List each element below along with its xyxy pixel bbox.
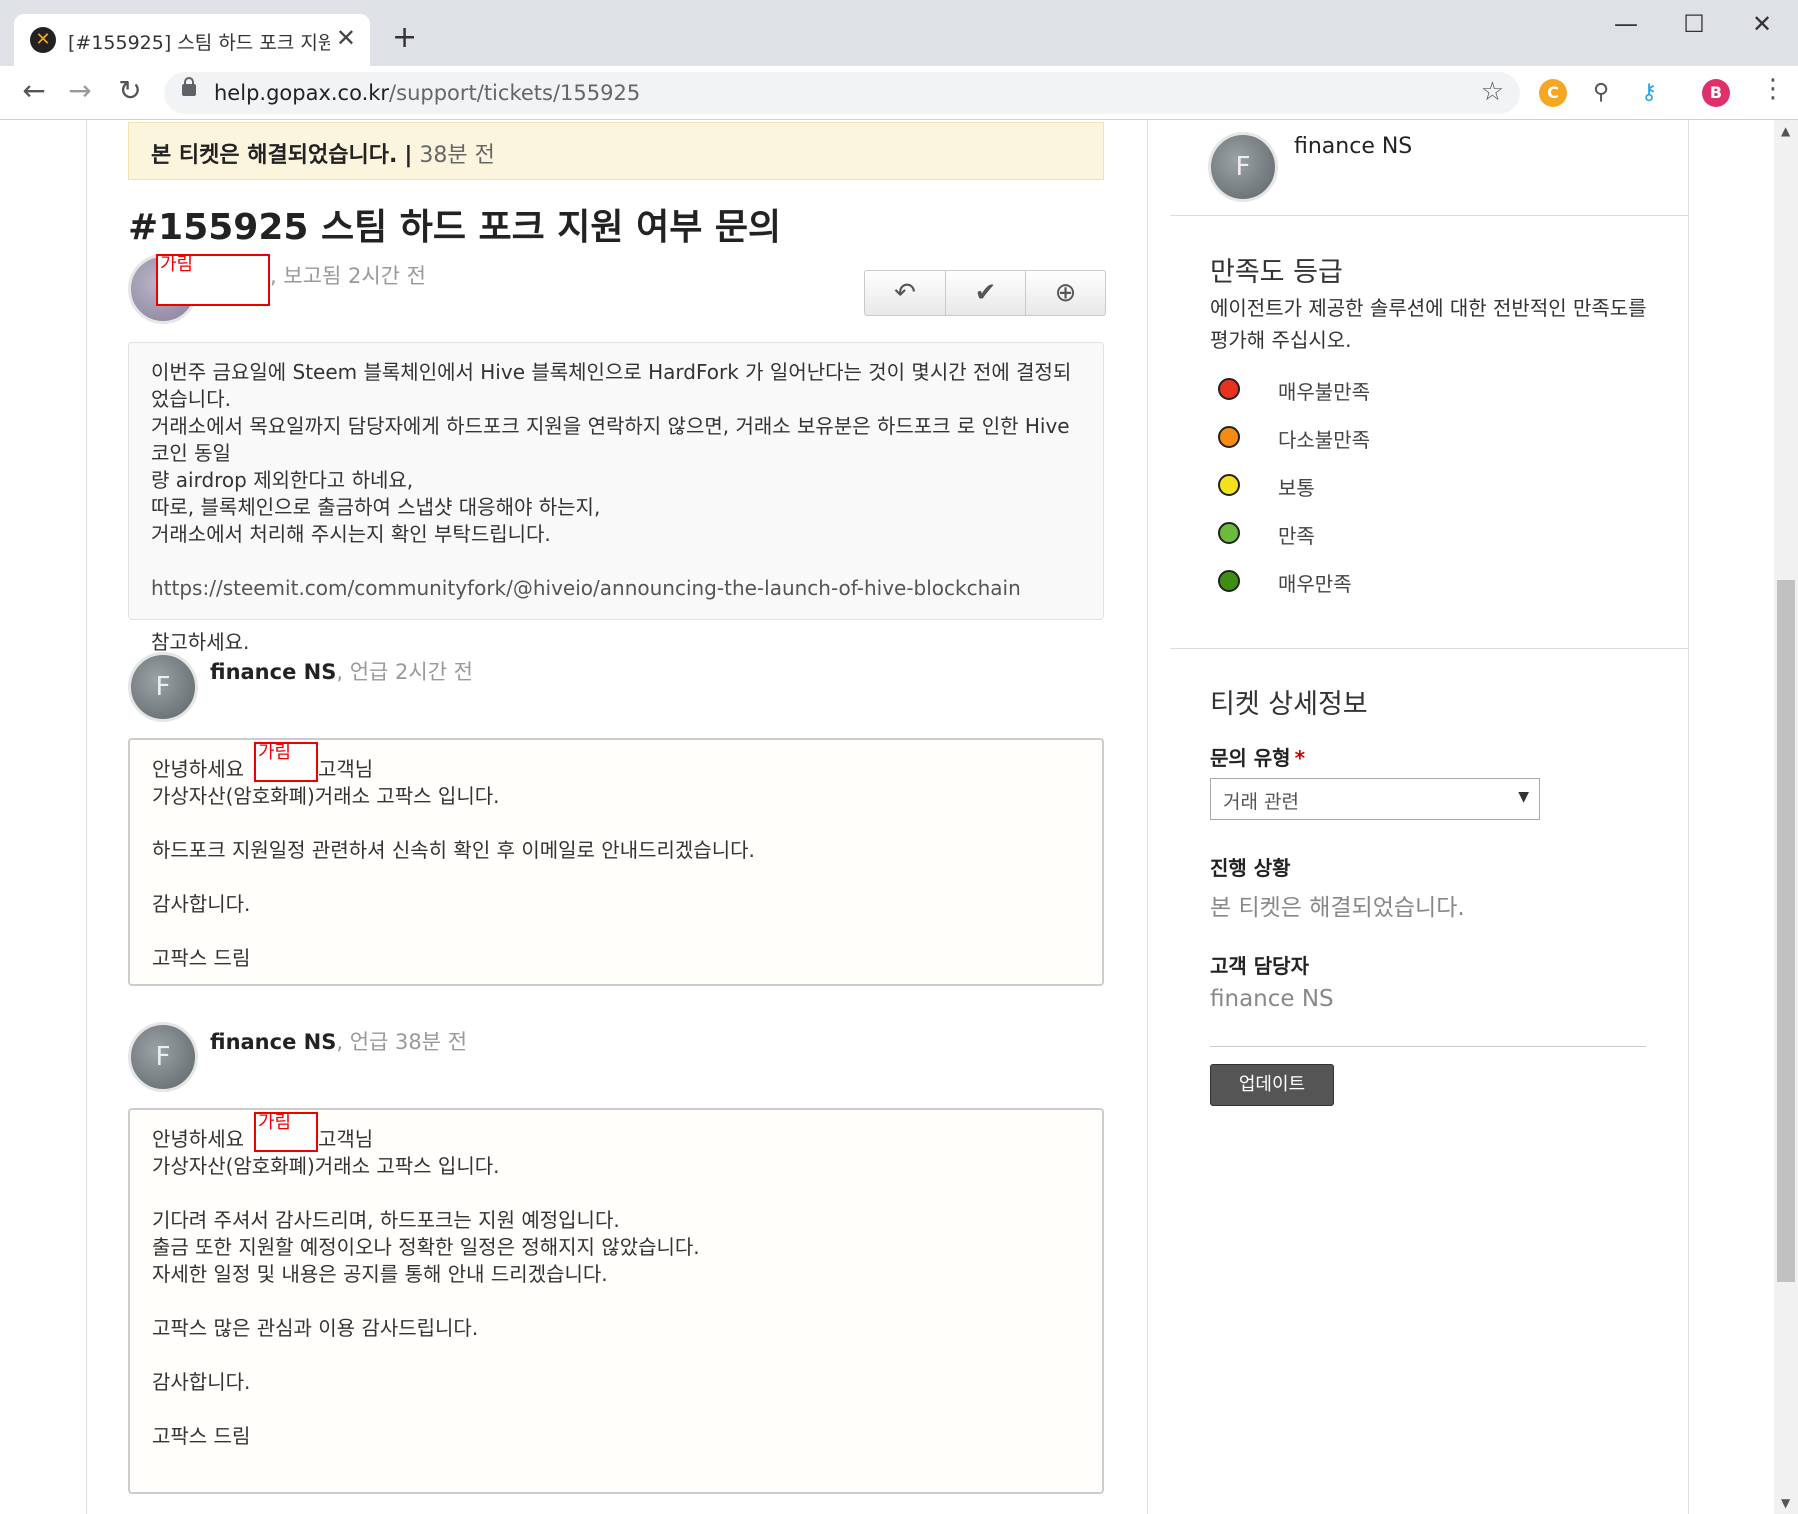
message-signature: 고팍스 드림	[152, 1424, 251, 1448]
referenced-link[interactable]: https://steemit.com/communityfork/@hivei…	[151, 575, 1081, 602]
chevron-down-icon: ▼	[1518, 789, 1529, 805]
extension-key-icon[interactable]: ⚷	[1635, 79, 1663, 107]
resolved-status: 본 티켓은 해결되었습니다.	[151, 143, 398, 168]
rating-label: 보통	[1278, 476, 1315, 500]
assignee-value: finance NS	[1210, 986, 1334, 1012]
details-divider	[1210, 1046, 1646, 1047]
banner-separator: |	[404, 143, 413, 168]
reply-author: finance NS	[210, 1030, 337, 1054]
address-bar[interactable]: help.gopax.co.kr/support/tickets/155925 …	[164, 72, 1520, 114]
maximize-button[interactable]: ☐	[1664, 10, 1724, 38]
reply-meta: finance NS, 언급 38분 전	[210, 1026, 467, 1056]
message-signature: 고팍스 드림	[152, 946, 251, 970]
redacted-customer-name: 가림	[254, 742, 318, 782]
rating-label: 매우만족	[1278, 572, 1352, 596]
bookmark-star-icon[interactable]: ☆	[1481, 77, 1504, 107]
search-extension-icon[interactable]: ⚲	[1587, 79, 1615, 107]
reply-time: , 언급 2시간 전	[336, 660, 474, 684]
message-line: 고팍스 많은 관심과 이용 감사드립니다.	[152, 1316, 479, 1340]
new-tab-button[interactable]: +	[392, 20, 417, 55]
profile-avatar[interactable]: B	[1702, 79, 1730, 107]
redacted-requester-name: 가림	[156, 254, 270, 306]
url-text: help.gopax.co.kr/support/tickets/155925	[214, 81, 641, 105]
inquiry-type-label: 문의 유형 *	[1210, 746, 1306, 770]
gopax-favicon-icon: ✕	[30, 27, 56, 53]
message-line: 량 airdrop 제외한다고 하네요,	[151, 468, 414, 492]
resolved-banner: 본 티켓은 해결되었습니다. | 38분 전	[128, 122, 1104, 180]
rating-label: 만족	[1278, 524, 1315, 548]
back-arrow-icon[interactable]: ←	[16, 74, 52, 107]
sidebar-divider	[1170, 648, 1688, 649]
content-border-middle	[1147, 120, 1148, 1514]
message-line: 거래소에서 처리해 주시는지 확인 부탁드립니다.	[151, 522, 551, 546]
close-window-button[interactable]: ✕	[1732, 10, 1792, 38]
reported-meta: , 보고됨 2시간 전	[270, 264, 426, 288]
minimize-button[interactable]: —	[1596, 10, 1656, 38]
selected-value: 거래 관련	[1223, 791, 1299, 813]
content-border-right	[1688, 120, 1689, 1514]
scroll-down-icon[interactable]: ▼	[1781, 1496, 1790, 1510]
inquiry-type-select[interactable]: 거래 관련 ▼	[1210, 778, 1540, 820]
rating-dot-icon[interactable]	[1218, 426, 1240, 448]
forward-arrow-icon[interactable]: →	[62, 74, 98, 107]
browser-menu-icon[interactable]: ⋮	[1760, 74, 1786, 104]
tab-close-icon[interactable]: ✕	[336, 24, 356, 52]
rating-label: 매우불만족	[1278, 380, 1370, 404]
customer-message: 이번주 금요일에 Steem 블록체인에서 Hive 블록체인으로 HardFo…	[128, 342, 1104, 654]
required-mark: *	[1294, 746, 1306, 770]
page-content: 본 티켓은 해결되었습니다. | 38분 전 #155925 스팀 하드 포크 …	[0, 120, 1798, 1514]
agent-avatar: F	[128, 652, 198, 722]
agent-reply: 안녕하세요 고객님 가상자산(암호화폐)거래소 고팍스 입니다. 기다려 주셔서 …	[128, 1108, 1104, 1494]
message-line: 거래소에서 목요일까지 담당자에게 하드포크 지원을 연락하지 않으면, 거래소…	[151, 414, 1076, 465]
message-line: 가상자산(암호화폐)거래소 고팍스 입니다.	[152, 1154, 500, 1178]
browser-tab[interactable]: ✕ [#155925] 스팀 하드 포크 지원 여부 문의 ✕	[14, 14, 370, 66]
tab-title: [#155925] 스팀 하드 포크 지원 여부 문의	[68, 32, 330, 54]
assignee-avatar: F	[1208, 132, 1278, 202]
status-label: 진행 상황	[1210, 856, 1291, 880]
message-line: 감사합니다.	[152, 892, 251, 916]
message-line: 가상자산(암호화폐)거래소 고팍스 입니다.	[152, 784, 500, 808]
update-button[interactable]: 업데이트	[1210, 1064, 1334, 1106]
assignee-label: 고객 담당자	[1210, 954, 1309, 978]
scroll-up-icon[interactable]: ▲	[1781, 124, 1790, 138]
agent-avatar: F	[128, 1022, 198, 1092]
ticket-actions: ↶ ✔ ⊕	[864, 270, 1106, 316]
browser-toolbar: ← → ↻ help.gopax.co.kr/support/tickets/1…	[0, 66, 1798, 120]
satisfaction-title: 만족도 등급	[1210, 257, 1343, 288]
page-scrollbar[interactable]: ▲ ▼	[1774, 120, 1798, 1514]
ticket-title: #155925 스팀 하드 포크 지원 여부 문의	[128, 207, 782, 248]
message-line: 기다려 주셔서 감사드리며, 하드포크는 지원 예정입니다.	[152, 1208, 620, 1232]
rating-label: 다소불만족	[1278, 428, 1370, 452]
message-line: 출금 또한 지원할 예정이오나 정확한 일정은 정해지지 않았습니다.	[152, 1235, 700, 1259]
rating-dot-icon[interactable]	[1218, 522, 1240, 544]
scroll-thumb[interactable]	[1777, 580, 1795, 1282]
tab-strip: ✕ [#155925] 스팀 하드 포크 지원 여부 문의 ✕ + — ☐ ✕	[0, 0, 1798, 66]
extension-c-icon[interactable]: C	[1539, 79, 1567, 107]
message-line: 자세한 일정 및 내용은 공지를 통해 안내 드리겠습니다.	[152, 1262, 608, 1286]
status-value: 본 티켓은 해결되었습니다.	[1210, 895, 1465, 921]
satisfaction-description: 에이전트가 제공한 솔루션에 대한 전반적인 만족도를 평가해 주십시오.	[1210, 296, 1647, 352]
ticket-details-title: 티켓 상세정보	[1210, 689, 1368, 720]
reply-time: , 언급 38분 전	[336, 1030, 468, 1054]
rating-dot-icon[interactable]	[1218, 378, 1240, 400]
reply-meta: finance NS, 언급 2시간 전	[210, 656, 473, 686]
resolve-icon[interactable]: ✔	[945, 271, 1025, 315]
redacted-customer-name: 가림	[254, 1112, 318, 1152]
resolved-time: 38분 전	[419, 143, 495, 168]
reply-icon[interactable]: ↶	[865, 271, 945, 315]
message-line: 감사합니다.	[152, 1370, 251, 1394]
browser-chrome: ✕ [#155925] 스팀 하드 포크 지원 여부 문의 ✕ + — ☐ ✕ …	[0, 0, 1798, 120]
assignee-name: finance NS	[1294, 134, 1413, 159]
rating-dot-icon[interactable]	[1218, 474, 1240, 496]
message-line: 이번주 금요일에 Steem 블록체인에서 Hive 블록체인으로 HardFo…	[151, 360, 1072, 411]
reload-icon[interactable]: ↻	[112, 74, 148, 107]
content-border-left	[86, 120, 87, 1514]
message-line: 하드포크 지원일정 관련하셔 신속히 확인 후 이메일로 안내드리겠습니다.	[152, 838, 755, 862]
reply-author: finance NS	[210, 660, 337, 684]
rating-dot-icon[interactable]	[1218, 570, 1240, 592]
lock-icon	[182, 77, 196, 96]
add-person-icon[interactable]: ⊕	[1025, 271, 1105, 315]
message-line: 따로, 블록체인으로 출금하여 스냅샷 대응해야 하는지,	[151, 495, 601, 519]
message-closing: 참고하세요.	[151, 630, 250, 654]
